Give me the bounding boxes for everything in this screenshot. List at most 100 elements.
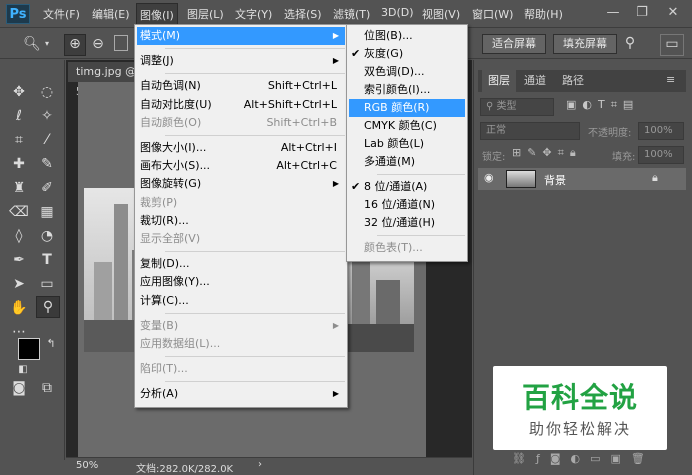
image-menu-item[interactable]: 画布大小(S)... Alt+Ctrl+C	[137, 157, 345, 175]
menu-edit[interactable]: 编辑(E)	[92, 6, 130, 22]
image-menu-item[interactable]: 应用图像(Y)...	[137, 273, 345, 291]
magic-wand-tool-icon[interactable]: ✧	[36, 106, 58, 126]
image-menu-item[interactable]: 陷印(T)...	[137, 360, 345, 378]
image-menu-item[interactable]: 图像大小(I)... Alt+Ctrl+I	[137, 139, 345, 157]
opacity-field[interactable]: 100%	[638, 122, 684, 140]
layer-footer-icons[interactable]: ⛓ƒ◙◐▭▣🗑︎	[512, 452, 655, 465]
doc-info[interactable]: 文档:282.0K/282.0K	[136, 460, 233, 475]
zoom-level[interactable]: 50%	[76, 460, 98, 471]
image-menu-item[interactable]: 自动颜色(O) Shift+Ctrl+B	[137, 114, 345, 132]
search-icon[interactable]: ⚲	[620, 34, 640, 52]
mode-submenu-item[interactable]: 颜色表(T)...	[349, 239, 465, 257]
tab-paths[interactable]: 路径	[556, 70, 590, 92]
crop-tool-icon[interactable]: ⌗	[8, 130, 30, 150]
lock-icons[interactable]: ⊞✎✥⌗🔒︎	[512, 146, 582, 160]
chevron-right-icon[interactable]: ›	[258, 459, 262, 470]
image-menu-item[interactable]: 模式(M) ▶	[137, 27, 345, 45]
layer-filter-icons[interactable]: ▣◐T⌗▤	[566, 98, 639, 112]
default-colors-icon[interactable]: ◧	[12, 360, 34, 380]
screen-mode-icon[interactable]: ⧉	[36, 378, 58, 398]
menu-separator	[377, 174, 465, 175]
zoom-tool-icon[interactable]: 🔍︎	[20, 35, 44, 53]
fill-screen-button[interactable]: 填充屏幕	[553, 34, 617, 54]
chevron-down-icon[interactable]: ▾	[45, 35, 49, 53]
layer-filter-dropdown[interactable]: ⚲ 类型	[480, 98, 554, 116]
image-menu-item[interactable]: 自动色调(N) Shift+Ctrl+L	[137, 77, 345, 95]
clone-stamp-tool-icon[interactable]: ♜	[8, 178, 30, 198]
type-tool-icon[interactable]: T	[36, 250, 58, 270]
image-menu-item[interactable]: 分析(A) ▶	[137, 385, 345, 403]
layer-row[interactable]: ◉ 背景 🔒︎	[478, 168, 686, 190]
image-menu-item[interactable]: 应用数据组(L)...	[137, 335, 345, 353]
healing-brush-tool-icon[interactable]: ✚	[8, 154, 30, 174]
mode-submenu-item[interactable]: 双色调(D)...	[349, 63, 465, 81]
path-selection-tool-icon[interactable]: ➤	[8, 274, 30, 294]
eraser-tool-icon[interactable]: ⌫	[8, 202, 30, 222]
quick-mask-icon[interactable]: ◙	[8, 378, 30, 398]
mode-submenu-item[interactable]: 16 位/通道(N)	[349, 196, 465, 214]
document-tab[interactable]: timg.jpg @ 5	[68, 62, 138, 98]
image-menu-item[interactable]: 复制(D)...	[137, 255, 345, 273]
mode-submenu-item[interactable]: Lab 颜色(L)	[349, 135, 465, 153]
mode-submenu-item[interactable]: ✔ 8 位/通道(A)	[349, 178, 465, 196]
zoom-out-icon[interactable]: ⊖	[88, 35, 108, 53]
mode-submenu-item[interactable]: 多通道(M)	[349, 153, 465, 171]
menu-type[interactable]: 文字(Y)	[235, 6, 272, 22]
image-menu-item[interactable]: 变量(B) ▶	[137, 317, 345, 335]
pen-tool-icon[interactable]: ✒	[8, 250, 30, 270]
zoom-in-icon[interactable]: ⊕	[64, 34, 86, 56]
brush-tool-icon[interactable]: ✎	[36, 154, 58, 174]
mode-submenu-item[interactable]: 位图(B)...	[349, 27, 465, 45]
layer-name[interactable]: 背景	[544, 172, 566, 188]
menu-filter[interactable]: 滤镜(T)	[333, 6, 370, 22]
image-menu-item-label: 自动颜色(O)	[140, 115, 202, 129]
image-menu-item[interactable]: 自动对比度(U) Alt+Shift+Ctrl+L	[137, 96, 345, 114]
mode-submenu-item[interactable]: 32 位/通道(H)	[349, 214, 465, 232]
panel-toggle-icon[interactable]: ▭	[660, 34, 684, 56]
menu-3d[interactable]: 3D(D)	[381, 6, 414, 19]
eyedropper-tool-icon[interactable]: ⁄	[36, 130, 58, 150]
zoom-tool-selected-icon[interactable]: ⚲	[36, 296, 60, 318]
image-menu-item[interactable]: 图像旋转(G) ▶	[137, 175, 345, 193]
dodge-tool-icon[interactable]: ◔	[36, 226, 58, 246]
menu-select[interactable]: 选择(S)	[284, 6, 322, 22]
blend-mode-dropdown[interactable]: 正常	[480, 122, 580, 140]
image-menu-item-shortcut: Shift+Ctrl+L	[267, 79, 337, 93]
mode-submenu-item[interactable]: CMYK 颜色(C)	[349, 117, 465, 135]
hand-tool-icon[interactable]: ✋	[8, 298, 30, 318]
checkbox-icon[interactable]	[114, 35, 128, 51]
move-tool-icon[interactable]: ✥	[8, 82, 30, 102]
mode-submenu-item[interactable]: ✔ 灰度(G)	[349, 45, 465, 63]
blur-tool-icon[interactable]: ◊	[8, 226, 30, 246]
history-brush-tool-icon[interactable]: ✐	[36, 178, 58, 198]
lasso-tool-icon[interactable]: ℓ	[8, 106, 30, 126]
tab-layers[interactable]: 图层	[482, 70, 516, 92]
image-menu-item-label: 复制(D)...	[140, 257, 190, 271]
close-button[interactable]: ✕	[662, 4, 684, 22]
mode-submenu-item-label: 16 位/通道(N)	[364, 198, 436, 211]
marquee-tool-icon[interactable]: ◌	[36, 82, 58, 102]
menu-layer[interactable]: 图层(L)	[187, 6, 224, 22]
tab-channels[interactable]: 通道	[518, 70, 552, 92]
fit-screen-button[interactable]: 适合屏幕	[482, 34, 546, 54]
image-menu-item[interactable]: 计算(C)...	[137, 292, 345, 310]
visibility-eye-icon[interactable]: ◉	[484, 171, 494, 184]
image-menu-item[interactable]: 显示全部(V)	[137, 230, 345, 248]
restore-button[interactable]: ❐	[631, 4, 653, 22]
mode-submenu-item[interactable]: 索引颜色(I)...	[349, 81, 465, 99]
minimize-button[interactable]: —	[602, 4, 624, 22]
foreground-color-swatch[interactable]	[18, 338, 40, 360]
swap-colors-icon[interactable]: ↰	[40, 334, 62, 354]
fill-field[interactable]: 100%	[638, 146, 684, 164]
menu-view[interactable]: 视图(V)	[422, 6, 460, 22]
mode-submenu-item[interactable]: RGB 颜色(R)	[349, 99, 465, 117]
gradient-tool-icon[interactable]: ▦	[36, 202, 58, 222]
image-menu-item[interactable]: 裁剪(P)	[137, 194, 345, 212]
image-menu-item[interactable]: 裁切(R)...	[137, 212, 345, 230]
menu-file[interactable]: 文件(F)	[43, 6, 80, 22]
menu-window[interactable]: 窗口(W)	[472, 6, 513, 22]
menu-help[interactable]: 帮助(H)	[524, 6, 563, 22]
panel-menu-icon[interactable]: ≡	[666, 73, 675, 86]
image-menu-item[interactable]: 调整(J) ▶	[137, 52, 345, 70]
rectangle-tool-icon[interactable]: ▭	[36, 274, 58, 294]
